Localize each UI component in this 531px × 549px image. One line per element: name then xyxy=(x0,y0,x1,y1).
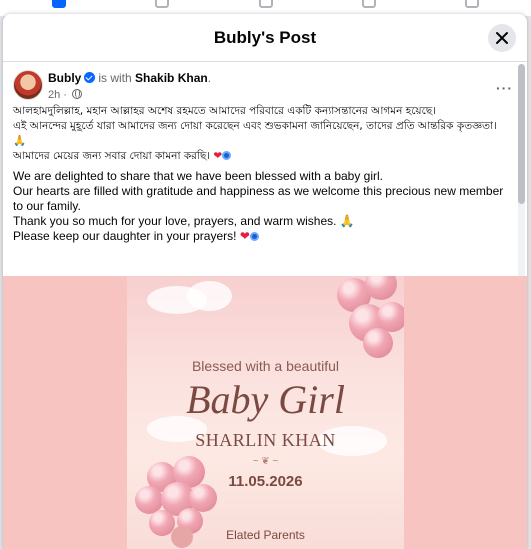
post-photo[interactable]: Blessed with a beautiful Baby Girl SHARL… xyxy=(3,276,527,549)
time-separator: · xyxy=(60,89,67,101)
scrollbar-thumb[interactable] xyxy=(518,64,525,204)
friends-icon[interactable] xyxy=(259,0,273,8)
tagged-suffix: . xyxy=(207,71,212,85)
evil-eye-emoji-icon xyxy=(249,232,259,241)
post-text-en-line: Please keep our daughter in your prayers… xyxy=(13,229,513,244)
close-icon xyxy=(496,32,508,44)
home-icon[interactable] xyxy=(52,0,66,8)
card-ornament: ~ ❦ ~ xyxy=(252,456,279,467)
globe-icon[interactable] xyxy=(72,89,83,99)
heart-emoji-icon: ❤ xyxy=(239,229,250,243)
baby-announcement-card: Blessed with a beautiful Baby Girl SHARL… xyxy=(127,276,404,549)
heart-emoji-icon: ❤ xyxy=(213,150,223,162)
gaming-icon[interactable] xyxy=(465,0,479,8)
post-text-bn-line: আলহামদুলিল্লাহ, মহান আল্লাহর অশেষ রহমতে … xyxy=(13,105,436,117)
post-text-bn-line: এই আনন্দের মুহূর্তে যারা আমাদের জন্য দোয… xyxy=(13,120,497,132)
evil-eye-emoji-icon xyxy=(222,151,232,160)
author-line: Bubly is with Shakib Khan. xyxy=(48,71,211,85)
video-icon[interactable] xyxy=(155,0,169,8)
post-text-bn-span: আমাদের মেয়ের জন্য সবার দোয়া কামনা করছি… xyxy=(13,150,211,162)
tagged-person[interactable]: Shakib Khan xyxy=(135,71,208,85)
pray-emoji-icon: 🙏 xyxy=(13,135,27,147)
with-text: is with xyxy=(98,71,132,85)
post-dialog: Bubly's Post Bubly is with Shakib Khan. 2… xyxy=(3,14,527,549)
dialog-header: Bubly's Post xyxy=(3,14,527,62)
post-meta: 2h · xyxy=(48,89,83,101)
card-subtitle: Blessed with a beautiful xyxy=(191,358,340,374)
pray-emoji-icon: 🙏 xyxy=(339,214,355,228)
balloon-icon xyxy=(363,328,393,358)
marketplace-icon[interactable] xyxy=(362,0,376,8)
close-button[interactable] xyxy=(488,24,516,52)
author-name[interactable]: Bubly xyxy=(48,71,81,85)
post-text-en-span: Thank you so much for your love, prayers… xyxy=(13,214,337,228)
dialog-title: Bubly's Post xyxy=(213,28,317,47)
post-text-bn-line: আমাদের মেয়ের জন্য সবার দোয়া কামনা করছি… xyxy=(13,149,513,164)
card-date: 11.05.2026 xyxy=(228,473,303,490)
verified-badge-icon xyxy=(84,72,96,83)
post-text-en-line: We are delighted to share that we have b… xyxy=(13,169,384,183)
cloud-decoration xyxy=(187,281,232,311)
more-options-button[interactable]: ··· xyxy=(496,80,513,96)
post-text-en-line: Thank you so much for your love, prayers… xyxy=(13,214,513,229)
card-title: Baby Girl xyxy=(186,377,345,422)
post-text-en-line: Our hearts are filled with gratitude and… xyxy=(13,184,504,213)
post-text: আলহামদুলিল্লাহ, মহান আল্লাহর অশেষ রহমতে … xyxy=(13,104,513,244)
card-signature: Elated Parents xyxy=(226,528,305,542)
scrollbar[interactable] xyxy=(518,64,525,284)
card-baby-name: SHARLIN KHAN xyxy=(195,430,336,450)
avatar[interactable] xyxy=(13,70,43,100)
post-time[interactable]: 2h xyxy=(48,89,60,101)
post-text-en-span: Please keep our daughter in your prayers… xyxy=(13,229,237,243)
